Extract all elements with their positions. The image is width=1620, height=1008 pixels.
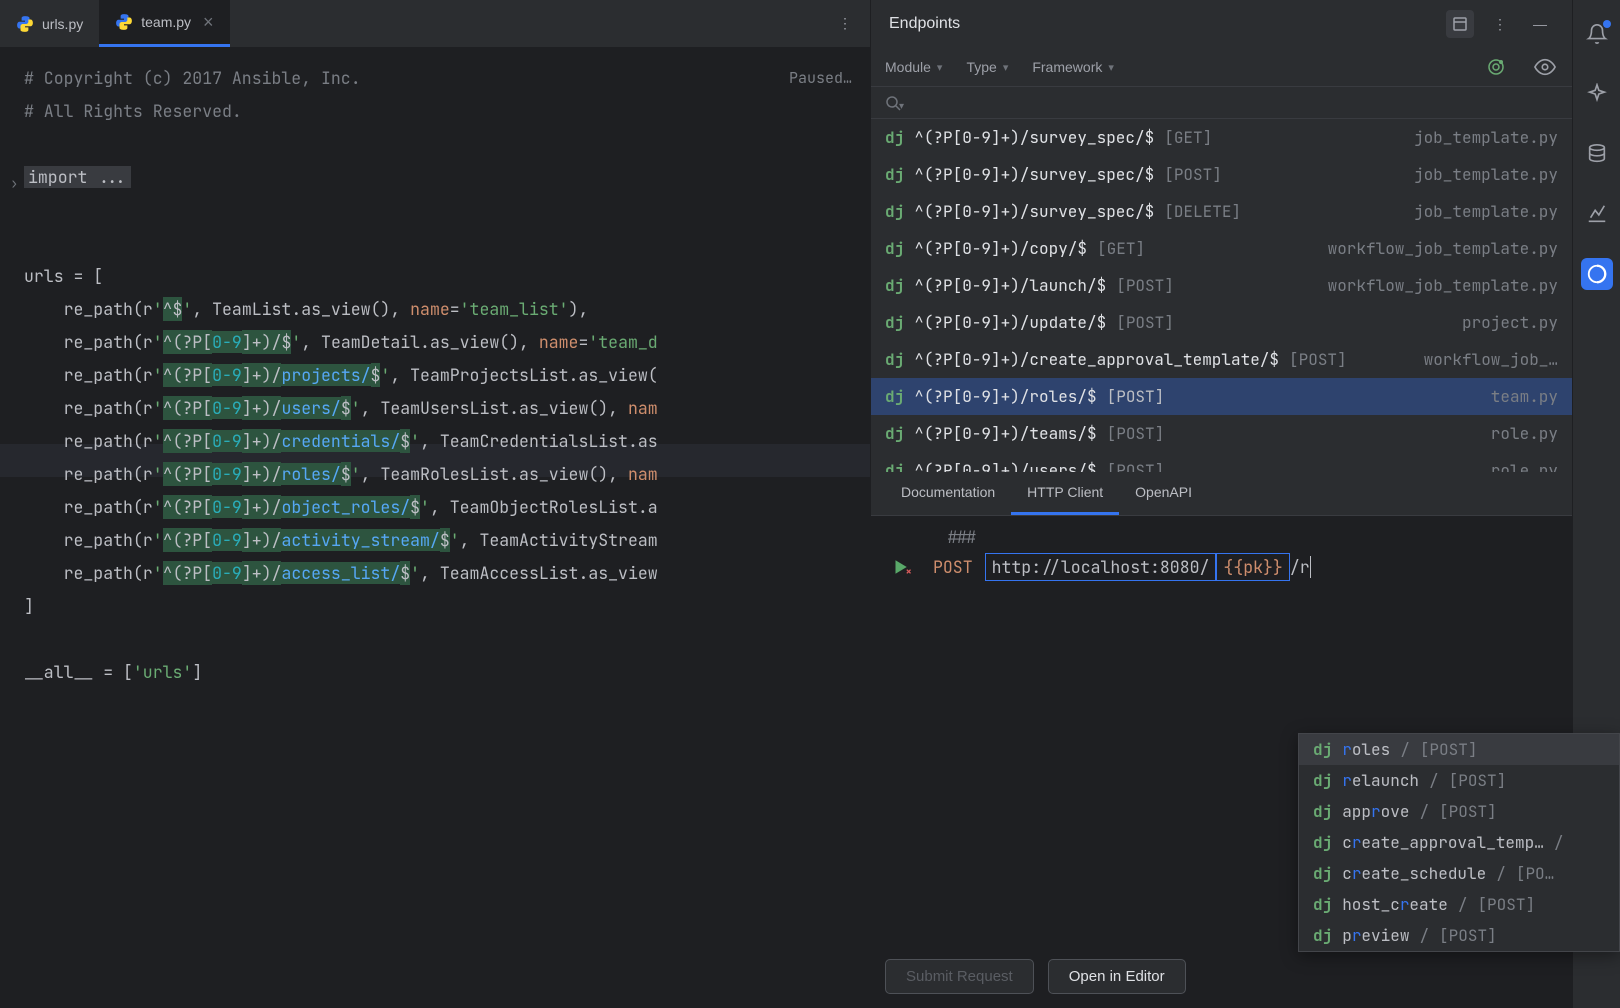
- python-icon: [115, 13, 133, 31]
- endpoint-row[interactable]: dj^(?P[0-9]+)/launch/$ [POST]workflow_jo…: [871, 267, 1572, 304]
- endpoint-row[interactable]: dj^(?P[0-9]+)/teams/$ [POST]role.py: [871, 415, 1572, 452]
- endpoint-row[interactable]: dj^(?P[0-9]+)/roles/$ [POST]team.py: [871, 378, 1572, 415]
- kebab-menu-icon[interactable]: ⋮: [1486, 10, 1514, 38]
- filter-module[interactable]: Module▾: [885, 59, 942, 75]
- code-editor[interactable]: Paused… # Copyright (c) 2017 Ansible, In…: [0, 48, 870, 1008]
- tab-documentation[interactable]: Documentation: [885, 472, 1011, 515]
- http-url-tail: /r: [1290, 556, 1321, 578]
- http-variable: {{pk}}: [1216, 553, 1289, 581]
- editor-tabs-bar: urls.py team.py × ⋮: [0, 0, 870, 48]
- completion-item[interactable]: djpreview/ [POST]: [1299, 920, 1619, 951]
- chevron-down-icon: ▾: [1108, 61, 1114, 74]
- minimize-icon[interactable]: —: [1526, 10, 1554, 38]
- tab-openapi[interactable]: OpenAPI: [1119, 472, 1208, 515]
- endpoint-row[interactable]: dj^(?P[0-9]+)/survey_spec/$ [GET]job_tem…: [871, 119, 1572, 156]
- endpoint-row[interactable]: dj^(?P[0-9]+)/update/$ [POST]project.py: [871, 304, 1572, 341]
- folded-import[interactable]: import ...: [24, 166, 131, 188]
- completion-item[interactable]: djhost_create/ [POST]: [1299, 889, 1619, 920]
- endpoint-row[interactable]: dj^(?P[0-9]+)/users/$ [POST]role.py: [871, 452, 1572, 472]
- database-icon[interactable]: [1581, 138, 1613, 170]
- completion-item[interactable]: djroles/ [POST]: [1299, 734, 1619, 765]
- completion-item[interactable]: djapprove/ [POST]: [1299, 796, 1619, 827]
- http-separator: ###: [885, 526, 1558, 548]
- http-actions: Submit Request Open in Editor: [871, 945, 1572, 1008]
- endpoint-row[interactable]: dj^(?P[0-9]+)/copy/$ [GET]workflow_job_t…: [871, 230, 1572, 267]
- endpoint-row[interactable]: dj^(?P[0-9]+)/survey_spec/$ [DELETE]job_…: [871, 193, 1572, 230]
- http-client-panel: ### × POST http://localhost:8080/{{pk}}/…: [871, 516, 1572, 592]
- ai-assistant-icon[interactable]: [1581, 78, 1613, 110]
- window-icon[interactable]: [1446, 10, 1474, 38]
- panel-header: Endpoints ⋮ —: [871, 0, 1572, 48]
- run-icon[interactable]: ×: [891, 558, 909, 576]
- chevron-down-icon: ▾: [937, 61, 943, 74]
- endpoints-list: dj^(?P[0-9]+)/survey_spec/$ [GET]job_tem…: [871, 119, 1572, 472]
- http-url: http://localhost:8080/: [985, 553, 1217, 581]
- chevron-down-icon: ▾: [1003, 61, 1009, 74]
- http-request-line[interactable]: × POST http://localhost:8080/{{pk}}/r: [885, 556, 1558, 578]
- chart-icon[interactable]: [1581, 198, 1613, 230]
- python-icon: [16, 15, 34, 33]
- notifications-icon[interactable]: [1581, 18, 1613, 50]
- panel-title: Endpoints: [889, 15, 1434, 33]
- http-method: POST: [933, 556, 973, 578]
- endpoint-row[interactable]: dj^(?P[0-9]+)/create_approval_template/$…: [871, 341, 1572, 378]
- tab-team-py[interactable]: team.py ×: [99, 0, 229, 47]
- filter-framework[interactable]: Framework▾: [1032, 59, 1114, 75]
- completion-item[interactable]: djcreate_schedule/ [PO…: [1299, 858, 1619, 889]
- completion-item[interactable]: djcreate_approval_temp…/: [1299, 827, 1619, 858]
- eye-icon[interactable]: [1534, 56, 1558, 78]
- close-icon[interactable]: ×: [203, 12, 214, 33]
- kebab-menu-icon[interactable]: ⋮: [820, 15, 870, 32]
- panel-search[interactable]: ▾: [871, 87, 1572, 119]
- target-icon[interactable]: [1486, 57, 1510, 77]
- fold-chevron-icon[interactable]: ›: [10, 168, 18, 201]
- filter-type[interactable]: Type▾: [966, 59, 1008, 75]
- completion-item[interactable]: djrelaunch/ [POST]: [1299, 765, 1619, 796]
- endpoints-tool-icon[interactable]: [1581, 258, 1613, 290]
- tab-label: team.py: [141, 14, 191, 30]
- tab-http-client[interactable]: HTTP Client: [1011, 472, 1119, 515]
- completion-popup: djroles/ [POST]djrelaunch/ [POST]djappro…: [1298, 733, 1620, 952]
- submit-request-button[interactable]: Submit Request: [885, 959, 1034, 994]
- open-in-editor-button[interactable]: Open in Editor: [1048, 959, 1186, 994]
- tab-label: urls.py: [42, 16, 83, 32]
- tab-urls-py[interactable]: urls.py: [0, 0, 99, 47]
- endpoint-row[interactable]: dj^(?P[0-9]+)/survey_spec/$ [POST]job_te…: [871, 156, 1572, 193]
- bottom-tabs: Documentation HTTP Client OpenAPI: [871, 472, 1572, 516]
- panel-filters: Module▾ Type▾ Framework▾: [871, 48, 1572, 87]
